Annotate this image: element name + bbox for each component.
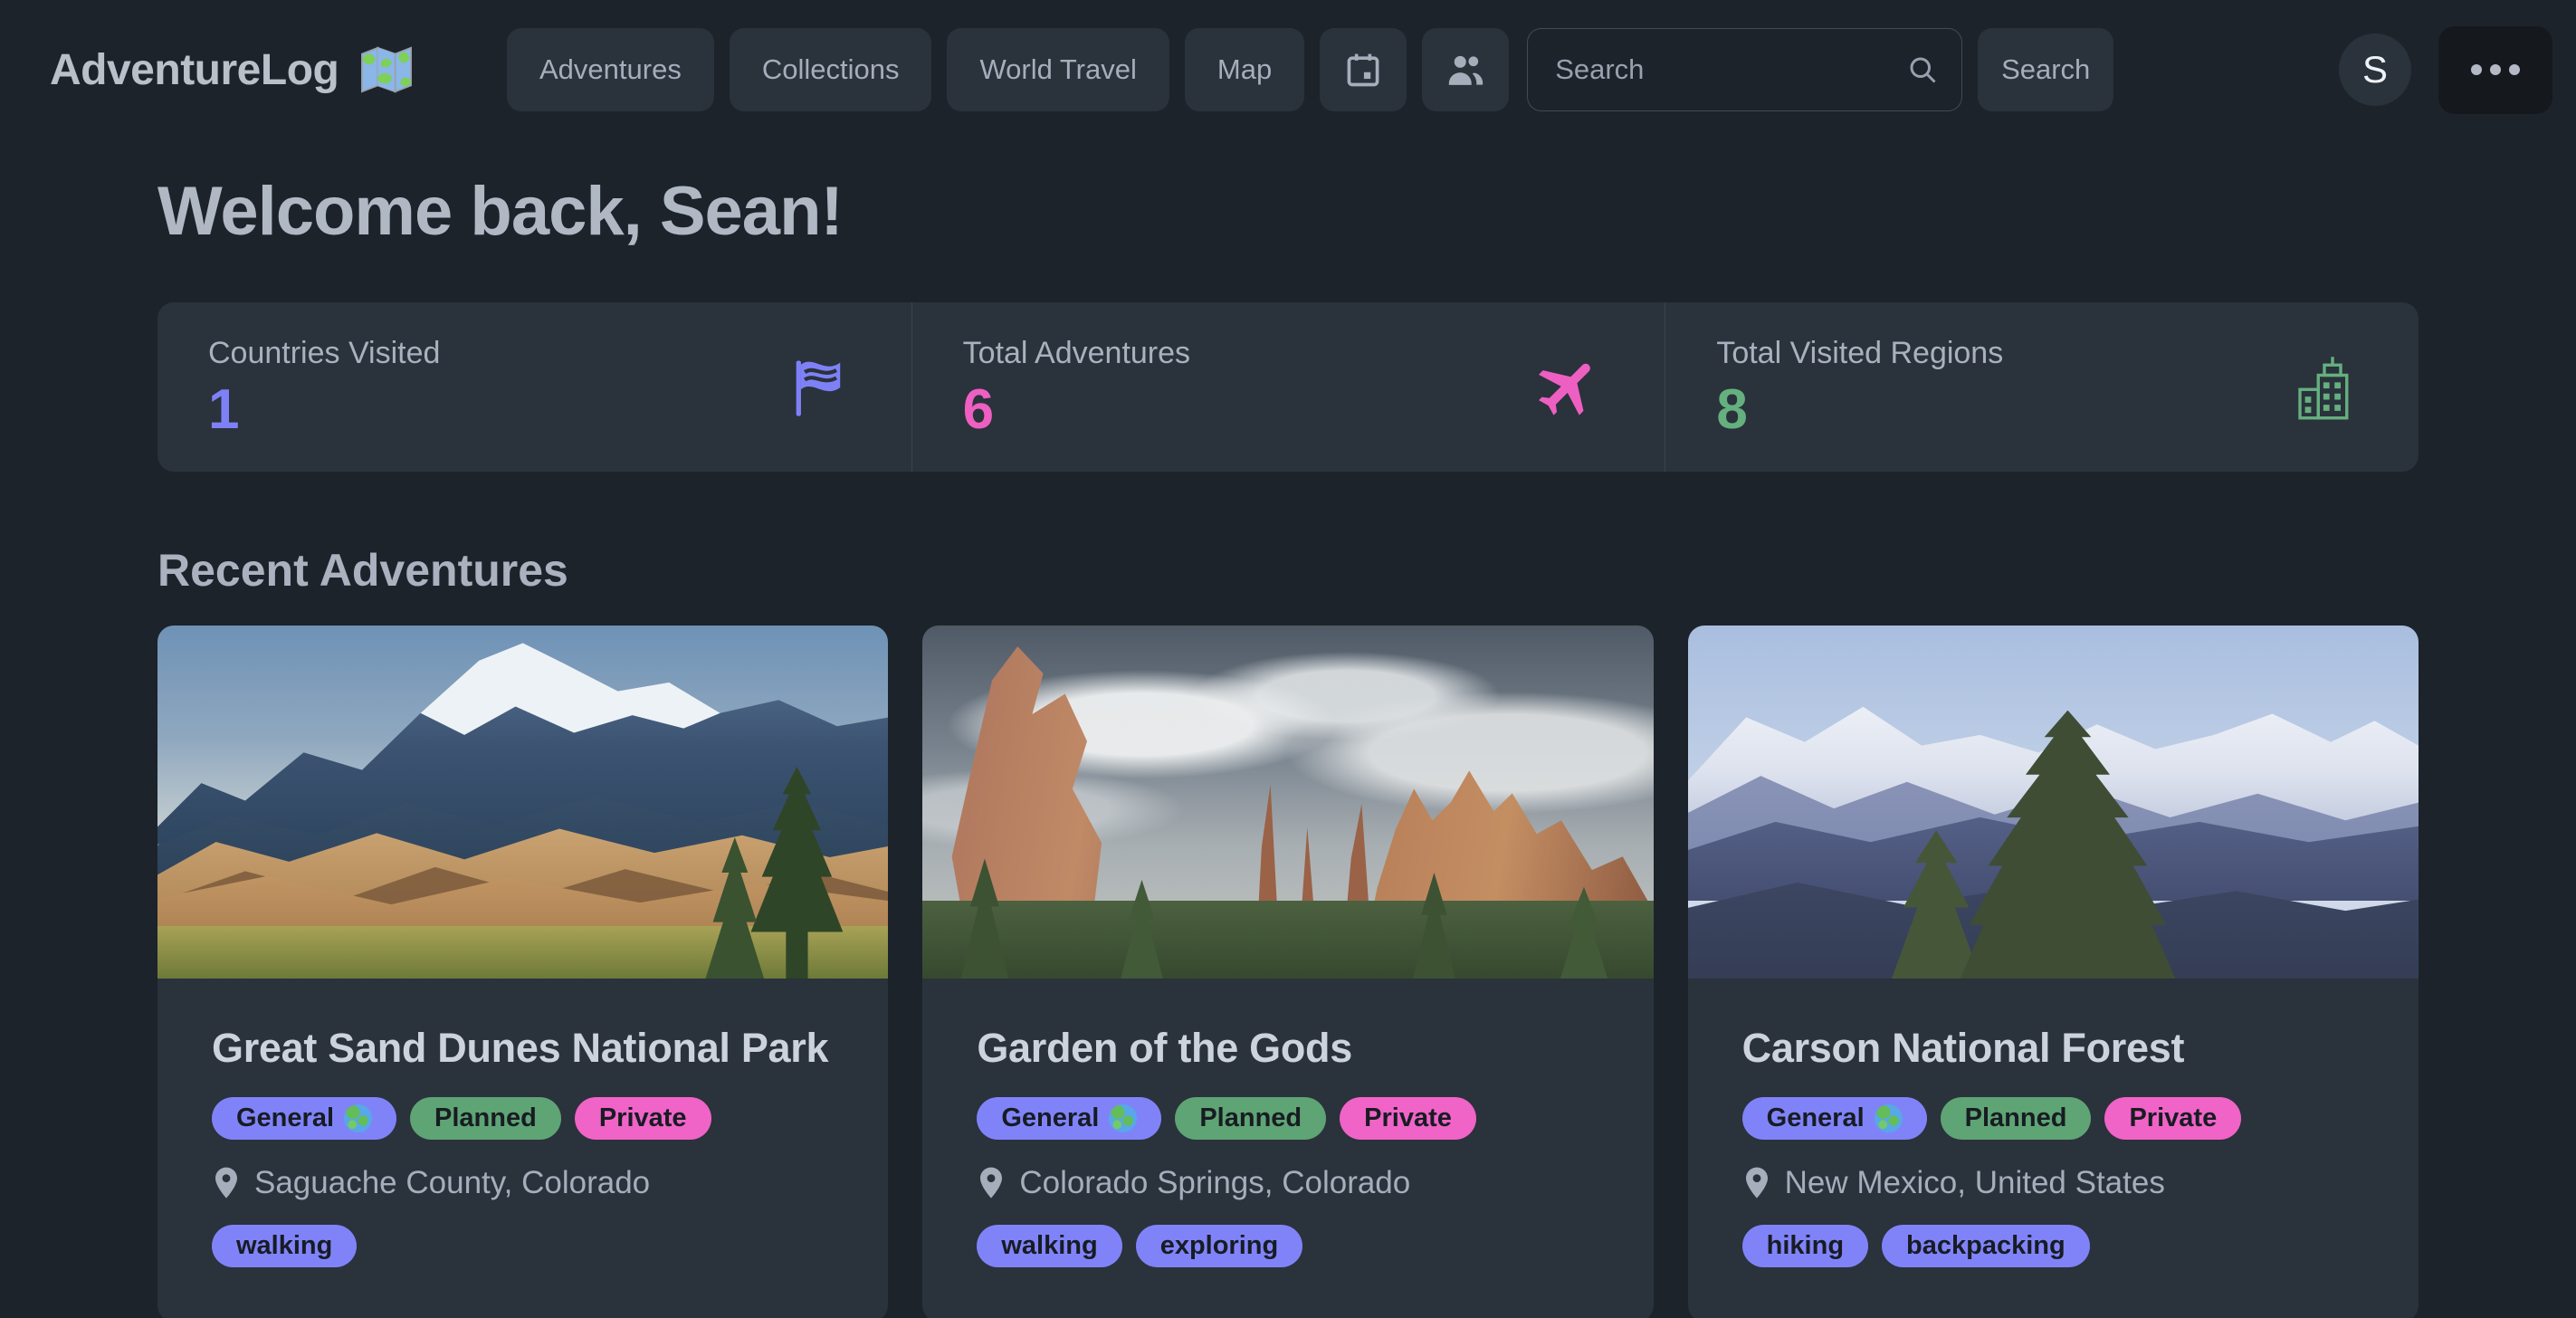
adventure-image[interactable] [157, 626, 888, 979]
category-badge: General [977, 1097, 1161, 1140]
visibility-badge: Private [2104, 1097, 2241, 1140]
nav-collections-button[interactable]: Collections [730, 28, 932, 111]
activity-tag: exploring [1136, 1225, 1303, 1267]
location-row: New Mexico, United States [1742, 1165, 2364, 1201]
status-badge: Planned [1941, 1097, 2092, 1140]
stat-value: 6 [963, 382, 1615, 438]
recent-adventures-heading: Recent Adventures [157, 544, 2419, 597]
tag-row: walking [212, 1225, 834, 1267]
visibility-badge: Private [575, 1097, 711, 1140]
badge-row: General Planned Private [977, 1097, 1598, 1140]
stats-panel: Countries Visited 1 Total Adventures 6 [157, 302, 2419, 472]
calendar-button[interactable] [1320, 28, 1407, 111]
nav-map-button[interactable]: Map [1185, 28, 1304, 111]
stat-total-visited-regions: Total Visited Regions 8 [1665, 302, 2419, 472]
ellipsis-icon [2471, 64, 2482, 75]
adventure-title[interactable]: Garden of the Gods [977, 1022, 1598, 1075]
card-body: Garden of the Gods General Planned Priva… [922, 979, 1653, 1318]
adventurelog-dashboard: AdventureLog Adventures Collections Worl… [0, 0, 2576, 1318]
stat-value: 8 [1716, 382, 2368, 438]
app-title: AdventureLog [50, 45, 339, 95]
city-icon [2290, 355, 2359, 420]
adventure-card-great-sand-dunes[interactable]: Great Sand Dunes National Park General P… [157, 626, 888, 1318]
grass-layer [157, 926, 888, 979]
nav-adventures-button[interactable]: Adventures [507, 28, 714, 111]
tag-row: walking exploring [977, 1225, 1598, 1267]
app-logo[interactable]: AdventureLog [50, 45, 507, 95]
nav-world-travel-button[interactable]: World Travel [947, 28, 1169, 111]
location-text: New Mexico, United States [1785, 1165, 2165, 1201]
calendar-icon [1343, 50, 1383, 90]
activity-tag: walking [212, 1225, 357, 1267]
activity-tag: hiking [1742, 1225, 1868, 1267]
search-icon [1906, 53, 1939, 86]
forest-band-layer [922, 901, 1653, 979]
adventure-title[interactable]: Great Sand Dunes National Park [212, 1022, 834, 1075]
badge-row: General Planned Private [1742, 1097, 2364, 1140]
location-text: Colorado Springs, Colorado [1019, 1165, 1410, 1201]
tag-row: hiking backpacking [1742, 1225, 2364, 1267]
avatar-initial: S [2362, 48, 2388, 91]
main-content: Welcome back, Sean! Countries Visited 1 … [0, 172, 2576, 1318]
search-input[interactable] [1527, 28, 1962, 111]
adventure-image[interactable] [1688, 626, 2419, 979]
category-badge: General [1742, 1097, 1927, 1140]
status-badge: Planned [1175, 1097, 1326, 1140]
map-logo-icon [358, 45, 415, 94]
badge-row: General Planned Private [212, 1097, 834, 1140]
welcome-heading: Welcome back, Sean! [157, 172, 2419, 251]
activity-tag: backpacking [1882, 1225, 2090, 1267]
stat-value: 1 [208, 382, 861, 438]
stat-total-adventures: Total Adventures 6 [911, 302, 1665, 472]
adventure-card-carson-national-forest[interactable]: Carson National Forest General Planned P… [1688, 626, 2419, 1318]
search-button[interactable]: Search [1978, 28, 2113, 111]
globe-emoji-icon [344, 1104, 372, 1132]
users-icon [1445, 49, 1486, 91]
overflow-menu-button[interactable] [2438, 26, 2552, 114]
stat-label: Countries Visited [208, 336, 861, 371]
location-row: Colorado Springs, Colorado [977, 1165, 1598, 1201]
globe-emoji-icon [1109, 1104, 1137, 1132]
adventure-image[interactable] [922, 626, 1653, 979]
visibility-badge: Private [1340, 1097, 1476, 1140]
card-body: Carson National Forest General Planned P… [1688, 979, 2419, 1318]
stat-label: Total Visited Regions [1716, 336, 2368, 371]
flag-icon [787, 353, 852, 422]
adventure-cards: Great Sand Dunes National Park General P… [157, 626, 2419, 1318]
adventure-title[interactable]: Carson National Forest [1742, 1022, 2364, 1075]
location-text: Saguache County, Colorado [254, 1165, 650, 1201]
stat-countries-visited: Countries Visited 1 [157, 302, 911, 472]
status-badge: Planned [410, 1097, 561, 1140]
location-pin-icon [212, 1166, 241, 1200]
adventure-card-garden-of-the-gods[interactable]: Garden of the Gods General Planned Priva… [922, 626, 1653, 1318]
card-body: Great Sand Dunes National Park General P… [157, 979, 888, 1318]
shared-users-button[interactable] [1422, 28, 1509, 111]
nav-links: Adventures Collections World Travel Map [507, 28, 1509, 111]
location-pin-icon [1742, 1166, 1771, 1200]
stat-label: Total Adventures [963, 336, 1615, 371]
search-field-wrap [1527, 28, 1962, 111]
user-avatar[interactable]: S [2339, 33, 2411, 106]
airplane-icon [1532, 351, 1605, 424]
activity-tag: walking [977, 1225, 1121, 1267]
category-badge: General [212, 1097, 396, 1140]
top-navbar: AdventureLog Adventures Collections Worl… [0, 0, 2576, 139]
location-pin-icon [977, 1166, 1006, 1200]
globe-emoji-icon [1875, 1104, 1903, 1132]
location-row: Saguache County, Colorado [212, 1165, 834, 1201]
